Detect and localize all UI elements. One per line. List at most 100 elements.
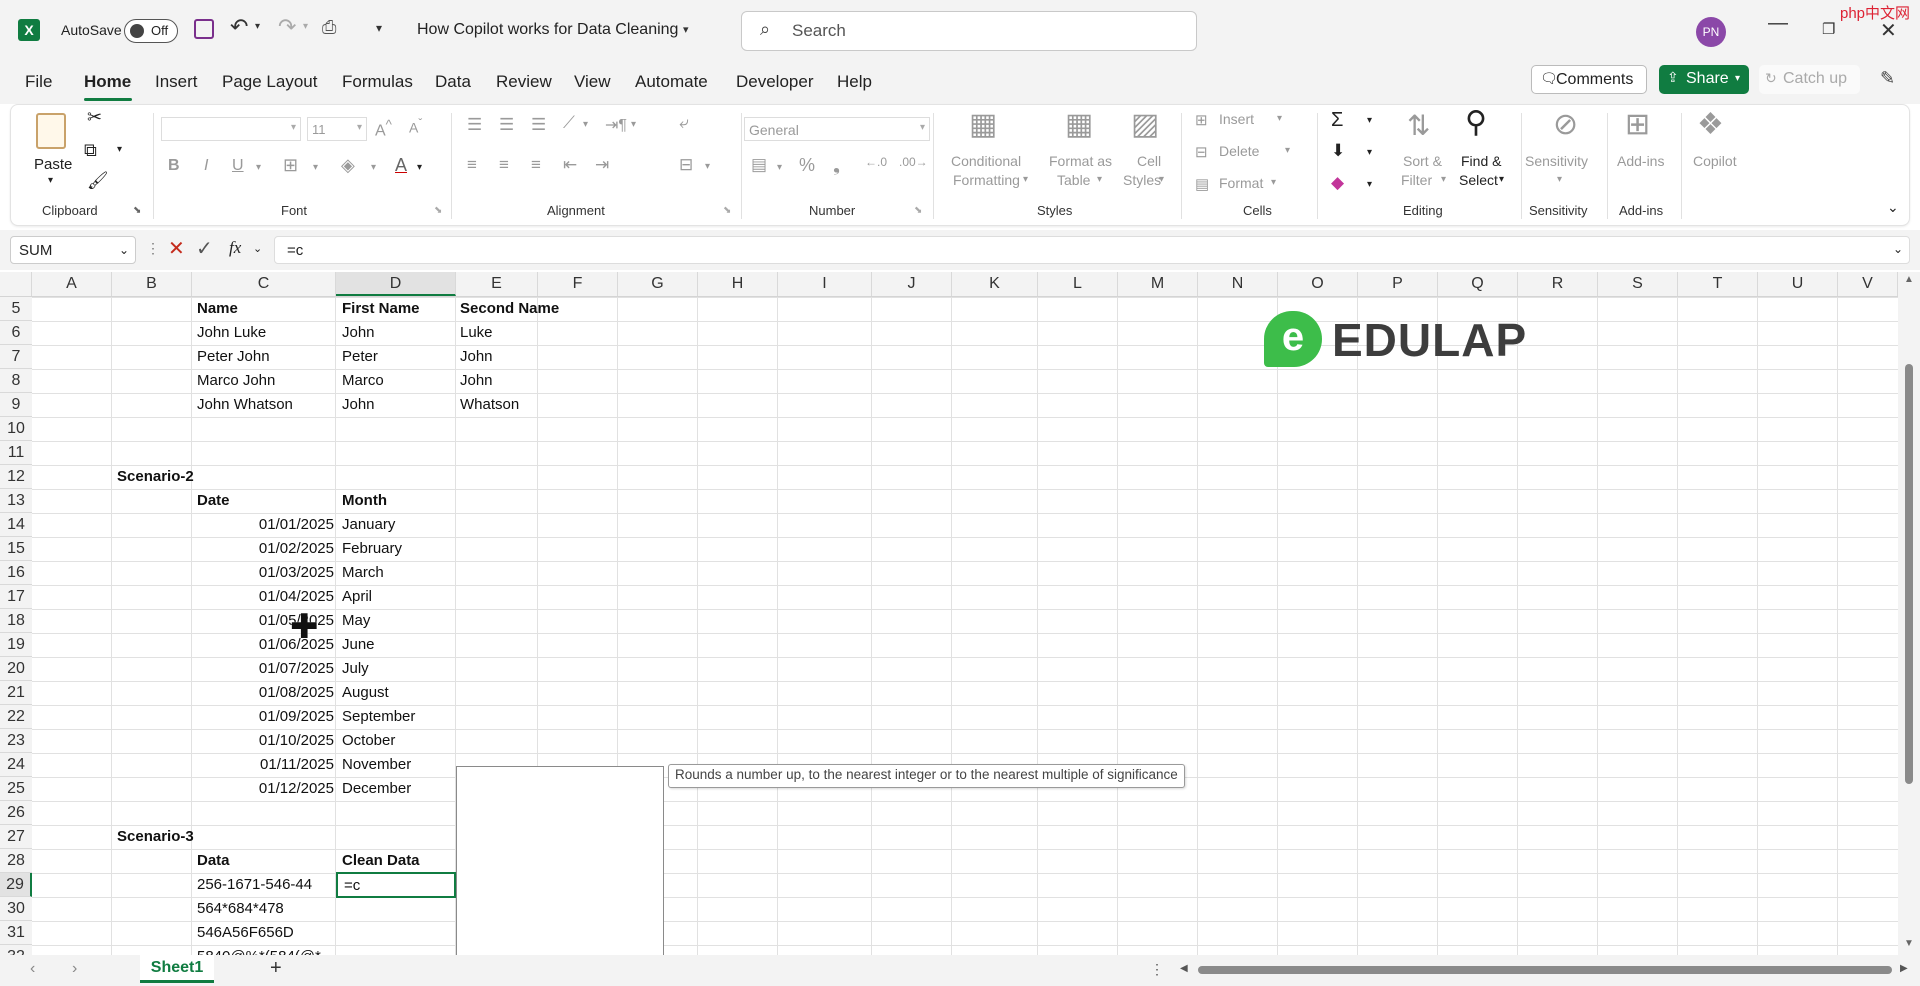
addins-button-label[interactable]: Add-ins (1617, 153, 1664, 169)
row-header[interactable]: 17 (0, 585, 32, 609)
pen-icon[interactable]: ✎ (1880, 68, 1895, 89)
tab-formulas[interactable]: Formulas (342, 72, 413, 92)
share-button[interactable]: ⇪ Share ▾ (1659, 65, 1749, 94)
catch-up-button[interactable]: ↻ Catch up (1759, 65, 1860, 94)
row-header[interactable]: 15 (0, 537, 32, 561)
row-header[interactable]: 19 (0, 633, 32, 657)
tab-automate[interactable]: Automate (635, 72, 708, 92)
row-header[interactable]: 25 (0, 777, 32, 801)
conditional-formatting-dropdown-icon[interactable]: ▾ (1023, 174, 1028, 185)
insert-function-icon[interactable]: fx (229, 238, 241, 258)
cell-c16[interactable]: 01/03/2025 (192, 561, 334, 585)
clear-icon[interactable]: ◆ (1331, 173, 1344, 193)
row-header[interactable]: 31 (0, 921, 32, 945)
format-cells-icon[interactable]: ▤ (1195, 175, 1209, 193)
tab-page-layout[interactable]: Page Layout (222, 72, 317, 92)
collapse-ribbon-icon[interactable]: ⌄ (1887, 199, 1899, 216)
middle-align-icon[interactable]: ☰ (499, 115, 514, 135)
top-align-icon[interactable]: ☰ (467, 115, 482, 135)
cell-c31[interactable]: 546A56F656D (197, 921, 294, 945)
borders-icon[interactable]: ⊞ (283, 155, 298, 176)
number-launcher-icon[interactable]: ⬊ (914, 205, 922, 216)
column-header[interactable]: E (456, 272, 538, 296)
font-size-select[interactable]: 11 ▾ (307, 117, 367, 141)
cell-c20[interactable]: 01/07/2025 (192, 657, 334, 681)
cell-d20[interactable]: July (342, 657, 369, 681)
column-header[interactable]: O (1278, 272, 1358, 296)
cell-c7[interactable]: Peter John (197, 345, 270, 369)
cell-d19[interactable]: June (342, 633, 375, 657)
font-color-icon[interactable]: A (395, 155, 407, 176)
merge-center-icon[interactable]: ⊟ (679, 155, 693, 175)
cell-e7[interactable]: John (460, 345, 493, 369)
cell-e9[interactable]: Whatson (460, 393, 519, 417)
cell-c8[interactable]: Marco John (197, 369, 275, 393)
cell-d6[interactable]: John (342, 321, 375, 345)
find-select-label-2[interactable]: Select (1459, 172, 1498, 188)
fx-dropdown-icon[interactable]: ⌄ (253, 242, 262, 255)
cell-e5[interactable]: Second Name (460, 297, 559, 321)
tab-file[interactable]: File (25, 72, 52, 92)
row-header[interactable]: 27 (0, 825, 32, 849)
cell-c17[interactable]: 01/04/2025 (192, 585, 334, 609)
cell-styles-icon[interactable]: ▨ (1131, 107, 1159, 142)
row-header[interactable]: 21 (0, 681, 32, 705)
conditional-formatting-label-1[interactable]: Conditional (951, 153, 1021, 169)
cell-c6[interactable]: John Luke (197, 321, 266, 345)
format-cells-label[interactable]: Format (1219, 175, 1263, 191)
column-header[interactable]: K (952, 272, 1038, 296)
column-header[interactable]: D (336, 272, 456, 296)
sort-filter-dropdown-icon[interactable]: ▾ (1441, 174, 1446, 185)
document-title[interactable]: How Copilot works for Data Cleaning (417, 21, 678, 39)
column-header[interactable]: P (1358, 272, 1438, 296)
tab-insert[interactable]: Insert (155, 72, 198, 92)
cell-c30[interactable]: 564*684*478 (197, 897, 284, 921)
row-header[interactable]: 13 (0, 489, 32, 513)
tab-home[interactable]: Home (84, 72, 131, 92)
align-center-icon[interactable]: ≡ (499, 155, 509, 175)
cell-c13[interactable]: Date (197, 489, 230, 513)
format-as-table-icon[interactable]: ▦ (1065, 107, 1093, 142)
cell-d28[interactable]: Clean Data (342, 849, 420, 873)
cell-d17[interactable]: April (342, 585, 372, 609)
row-header[interactable]: 5 (0, 297, 32, 321)
orientation-dropdown-icon[interactable]: ▾ (583, 119, 588, 130)
row-header[interactable]: 22 (0, 705, 32, 729)
sensitivity-icon[interactable]: ⊘ (1553, 107, 1578, 142)
scroll-right-icon[interactable]: ▶ (1900, 963, 1908, 974)
next-sheet-icon[interactable]: › (72, 960, 77, 978)
avatar[interactable]: PN (1696, 17, 1726, 47)
increase-decimal-icon[interactable]: ←.0 (865, 155, 887, 169)
formula-input[interactable]: =c ⌄ (274, 236, 1910, 264)
restore-icon[interactable]: ❐ (1822, 20, 1835, 38)
cell-d5[interactable]: First Name (342, 297, 420, 321)
column-header[interactable]: J (872, 272, 952, 296)
undo-icon[interactable]: ↶ (230, 14, 248, 40)
row-header[interactable]: 26 (0, 801, 32, 825)
row-header[interactable]: 24 (0, 753, 32, 777)
column-header[interactable]: F (538, 272, 618, 296)
copilot-button-label[interactable]: Copilot (1693, 153, 1737, 169)
active-cell-d29[interactable]: =c (336, 872, 456, 898)
row-header[interactable]: 14 (0, 513, 32, 537)
underline-icon[interactable]: U (232, 157, 244, 175)
row-header[interactable]: 11 (0, 441, 32, 465)
column-header[interactable]: C (192, 272, 336, 296)
cell-c24[interactable]: 01/11/2025 (192, 753, 334, 777)
column-header[interactable]: U (1758, 272, 1838, 296)
row-header[interactable]: 12 (0, 465, 32, 489)
format-dropdown-icon[interactable]: ▾ (1271, 177, 1276, 188)
conditional-formatting-icon[interactable]: ▦ (969, 107, 997, 142)
row-header[interactable]: 29 (0, 873, 32, 897)
cell-d9[interactable]: John (342, 393, 375, 417)
quick-print-icon[interactable]: ⎙ (322, 17, 336, 38)
customize-toolbar-icon[interactable]: ▾ (376, 21, 382, 35)
row-header[interactable]: 28 (0, 849, 32, 873)
row-header[interactable]: 20 (0, 657, 32, 681)
clipboard-launcher-icon[interactable]: ⬊ (133, 205, 141, 216)
tab-developer[interactable]: Developer (736, 72, 814, 92)
scroll-down-icon[interactable]: ▼ (1904, 938, 1914, 949)
scroll-left-icon[interactable]: ◀ (1180, 963, 1188, 974)
underline-dropdown-icon[interactable]: ▾ (256, 162, 261, 173)
fill-color-dropdown-icon[interactable]: ▾ (371, 162, 376, 173)
